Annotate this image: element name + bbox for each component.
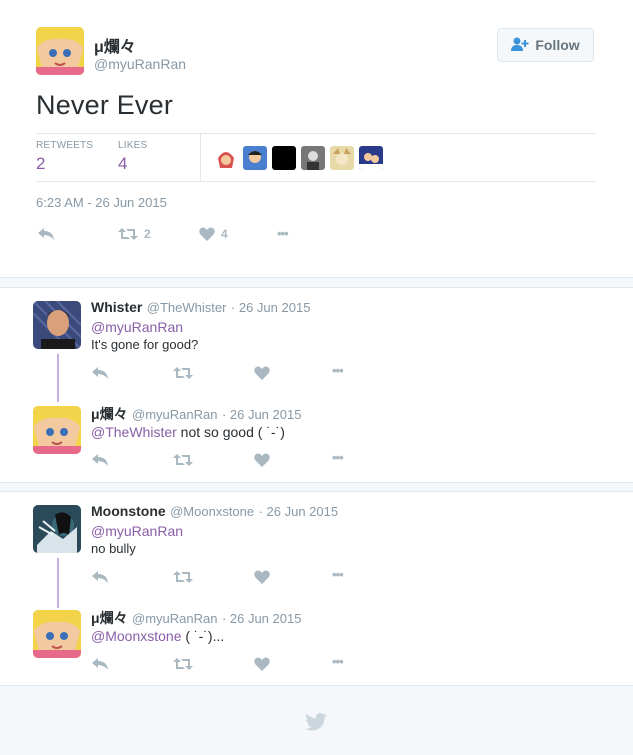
reply-author-handle[interactable]: @myuRanRan <box>132 407 217 422</box>
liker-avatar[interactable] <box>359 146 383 170</box>
liker-avatar[interactable] <box>301 146 325 170</box>
reply-avatar[interactable] <box>33 301 81 349</box>
heart-icon <box>199 227 215 241</box>
reply-avatar[interactable] <box>33 406 81 454</box>
liker-avatar[interactable] <box>330 146 354 170</box>
tweet-timestamp[interactable]: 6:23 AM - 26 Jun 2015 <box>36 195 167 210</box>
reply-author-handle[interactable]: @Moonxstone <box>170 504 254 519</box>
reply-date[interactable]: · 26 Jun 2015 <box>231 300 311 315</box>
retweet-icon[interactable] <box>173 657 193 671</box>
like-button[interactable]: 4 <box>199 227 228 241</box>
conversation-1: Whister @TheWhister · 26 Jun 2015 @myuRa… <box>0 287 633 483</box>
reply-icon[interactable] <box>91 453 109 467</box>
more-icon[interactable]: ••• <box>332 654 344 669</box>
reply-author-name[interactable]: μ爛々 <box>91 406 128 422</box>
reply-mention[interactable]: @myuRanRan <box>91 523 183 539</box>
reply-date[interactable]: · 26 Jun 2015 <box>222 611 302 626</box>
reply-body: @TheWhister not so good ( ˙-˙) <box>91 424 285 440</box>
liker-avatar[interactable] <box>272 146 296 170</box>
reply-icon[interactable] <box>91 657 109 671</box>
liker-avatar[interactable] <box>214 146 238 170</box>
retweet-icon[interactable] <box>173 366 193 380</box>
author-handle[interactable]: @myuRanRan <box>94 56 186 72</box>
more-icon[interactable]: ••• <box>332 567 344 582</box>
reply-author-handle[interactable]: @TheWhister <box>147 300 227 315</box>
stats-divider <box>200 134 201 181</box>
reply-icon[interactable] <box>91 570 109 584</box>
reply-mention[interactable]: @Moonxstone <box>91 628 181 644</box>
reply-body: @Moonxstone ( ˙-˙)... <box>91 628 224 644</box>
reply-text: ( ˙-˙)... <box>181 628 225 644</box>
retweet-button[interactable]: 2 <box>118 227 151 241</box>
reply-text: It's gone for good? <box>91 337 199 352</box>
retweet-count: 2 <box>144 227 151 241</box>
thread-line <box>57 354 59 402</box>
reply-author-handle[interactable]: @myuRanRan <box>132 611 217 626</box>
author-name[interactable]: μ爛々 <box>94 33 136 57</box>
more-icon: ••• <box>277 226 289 241</box>
heart-icon[interactable] <box>254 366 270 380</box>
reply-text: no bully <box>91 541 136 556</box>
follow-user-icon <box>511 37 529 54</box>
reply-button[interactable] <box>37 227 55 241</box>
more-button[interactable]: ••• <box>277 226 289 241</box>
reply-author-name[interactable]: μ爛々 <box>91 610 128 626</box>
reply-mention[interactable]: @TheWhister <box>91 424 177 440</box>
retweets-stat[interactable]: RETWEETS 2 <box>36 140 93 174</box>
heart-icon[interactable] <box>254 570 270 584</box>
main-tweet: μ爛々 @myuRanRan Follow Never Ever RETWEET… <box>0 0 633 278</box>
reply-text: not so good ( ˙-˙) <box>176 424 285 440</box>
reply-date[interactable]: · 26 Jun 2015 <box>259 504 339 519</box>
retweets-label: RETWEETS <box>36 140 94 151</box>
likes-label: LIKES <box>118 140 148 151</box>
reply-date[interactable]: · 26 Jun 2015 <box>222 407 302 422</box>
reply-icon[interactable] <box>91 366 109 380</box>
reply-icon <box>38 228 54 240</box>
heart-icon[interactable] <box>254 657 270 671</box>
more-icon[interactable]: ••• <box>332 363 344 378</box>
retweet-icon <box>118 228 138 240</box>
tweet-text: Never Ever <box>36 90 174 120</box>
follow-button[interactable]: Follow <box>497 28 594 62</box>
reply-mention[interactable]: @myuRanRan <box>91 319 183 335</box>
retweet-icon[interactable] <box>173 570 193 584</box>
liker-avatar[interactable] <box>243 146 267 170</box>
retweets-count: 2 <box>36 154 46 173</box>
conversation-2: Moonstone @Moonxstone · 26 Jun 2015 @myu… <box>0 491 633 686</box>
reply-header: Whister @TheWhister · 26 Jun 2015 <box>91 299 310 317</box>
reply-author-name[interactable]: Moonstone <box>91 503 166 519</box>
twitter-bird-icon <box>305 713 327 736</box>
likes-stat[interactable]: LIKES 4 <box>118 140 147 174</box>
thread-line <box>57 558 59 608</box>
likes-count: 4 <box>118 154 128 173</box>
more-icon[interactable]: ••• <box>332 450 344 465</box>
reply-header: μ爛々 @myuRanRan · 26 Jun 2015 <box>91 404 301 424</box>
follow-label: Follow <box>535 37 580 53</box>
tweet-stats: RETWEETS 2 LIKES 4 <box>36 133 596 182</box>
reply-header: μ爛々 @myuRanRan · 26 Jun 2015 <box>91 608 301 628</box>
likers-avatars <box>214 146 383 170</box>
author-avatar[interactable] <box>36 27 84 75</box>
reply-author-name[interactable]: Whister <box>91 299 142 315</box>
heart-icon[interactable] <box>254 453 270 467</box>
retweet-icon[interactable] <box>173 453 193 467</box>
reply-header: Moonstone @Moonxstone · 26 Jun 2015 <box>91 503 338 521</box>
reply-avatar[interactable] <box>33 505 81 553</box>
like-count: 4 <box>221 227 228 241</box>
reply-avatar[interactable] <box>33 610 81 658</box>
